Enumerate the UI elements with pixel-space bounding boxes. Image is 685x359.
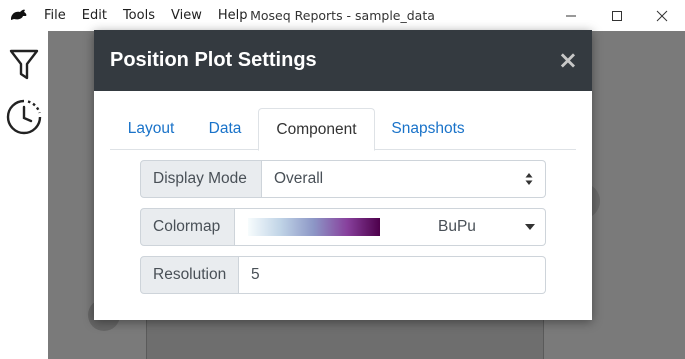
menu-tools[interactable]: Tools bbox=[123, 8, 155, 23]
settings-tabs: Layout Data Component Snapshots bbox=[110, 108, 576, 151]
close-window-button[interactable] bbox=[639, 0, 685, 31]
tab-snapshots[interactable]: Snapshots bbox=[375, 108, 481, 150]
tab-data[interactable]: Data bbox=[192, 108, 258, 150]
menu-bar: File Edit Tools View Help bbox=[44, 0, 263, 31]
app-logo-icon bbox=[11, 9, 27, 20]
tab-component[interactable]: Component bbox=[258, 108, 375, 151]
modal-close-button[interactable]: × bbox=[558, 48, 578, 72]
display-mode-label: Display Mode bbox=[140, 160, 262, 198]
filter-button[interactable] bbox=[6, 47, 42, 83]
colormap-row: Colormap BuPu bbox=[140, 208, 546, 246]
close-icon bbox=[656, 10, 668, 21]
history-icon bbox=[6, 99, 42, 135]
resolution-row: Resolution 5 bbox=[140, 256, 546, 294]
title-bar: File Edit Tools View Help Moseq Reports … bbox=[0, 0, 685, 31]
maximize-icon bbox=[612, 10, 622, 21]
colormap-value: BuPu bbox=[438, 218, 476, 235]
background-panel bbox=[146, 319, 544, 359]
modal-title: Position Plot Settings bbox=[110, 49, 317, 71]
filter-icon bbox=[9, 49, 39, 80]
menu-help[interactable]: Help bbox=[218, 8, 248, 23]
menu-view[interactable]: View bbox=[171, 8, 202, 23]
menu-edit[interactable]: Edit bbox=[82, 8, 107, 23]
resolution-input[interactable]: 5 bbox=[239, 256, 546, 294]
menu-file[interactable]: File bbox=[44, 8, 66, 23]
display-mode-value: Overall bbox=[274, 170, 324, 187]
minimize-button[interactable] bbox=[548, 0, 594, 31]
minimize-icon bbox=[566, 15, 576, 16]
chevron-down-icon bbox=[525, 224, 535, 230]
display-mode-row: Display Mode Overall bbox=[140, 160, 546, 198]
modal-header: Position Plot Settings × bbox=[94, 30, 592, 91]
select-arrows-icon bbox=[525, 173, 533, 185]
colormap-select[interactable]: BuPu bbox=[235, 208, 546, 246]
position-plot-settings-dialog: Position Plot Settings × Layout Data Com… bbox=[94, 30, 592, 320]
display-mode-select[interactable]: Overall bbox=[262, 160, 546, 198]
resolution-value: 5 bbox=[251, 266, 260, 283]
resolution-label: Resolution bbox=[140, 256, 239, 294]
maximize-button[interactable] bbox=[594, 0, 640, 31]
sidebar bbox=[0, 31, 48, 359]
history-button[interactable] bbox=[6, 99, 42, 135]
colormap-label: Colormap bbox=[140, 208, 235, 246]
tab-layout[interactable]: Layout bbox=[110, 108, 192, 150]
colormap-gradient-preview bbox=[248, 218, 380, 236]
